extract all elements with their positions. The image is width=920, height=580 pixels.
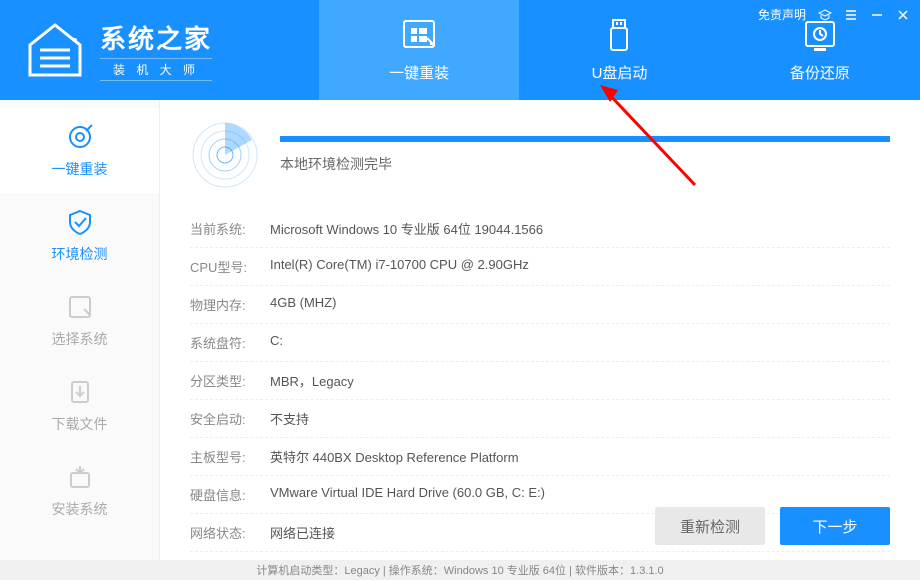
sidebar: 一键重装 环境检测 选择系统 下载文件 安装系统 bbox=[0, 100, 160, 560]
info-row: 系统盘符:C: bbox=[190, 324, 890, 362]
info-row: 主板型号:英特尔 440BX Desktop Reference Platfor… bbox=[190, 438, 890, 476]
usb-icon bbox=[599, 18, 639, 54]
menu-icon[interactable] bbox=[844, 8, 858, 22]
sidebar-item-install[interactable]: 安装系统 bbox=[0, 448, 159, 533]
recheck-button[interactable]: 重新检测 bbox=[655, 507, 765, 545]
sidebar-label: 下载文件 bbox=[52, 414, 108, 434]
download-icon bbox=[66, 378, 94, 406]
minimize-icon[interactable] bbox=[870, 8, 884, 22]
graduate-icon[interactable] bbox=[818, 8, 832, 22]
tab-label: 备份还原 bbox=[790, 62, 850, 83]
sidebar-label: 安装系统 bbox=[52, 499, 108, 519]
radar-icon bbox=[190, 120, 260, 190]
sidebar-item-env-check[interactable]: 环境检测 bbox=[0, 193, 159, 278]
sidebar-item-reinstall[interactable]: 一键重装 bbox=[0, 108, 159, 193]
sidebar-label: 选择系统 bbox=[52, 329, 108, 349]
disclaimer-link[interactable]: 免责声明 bbox=[758, 6, 806, 23]
info-row: 物理内存:4GB (MHZ) bbox=[190, 286, 890, 324]
tab-reinstall[interactable]: 一键重装 bbox=[319, 0, 519, 100]
info-row: CPU型号:Intel(R) Core(TM) i7-10700 CPU @ 2… bbox=[190, 248, 890, 286]
target-icon bbox=[66, 123, 94, 151]
info-row: 分区类型:MBR，Legacy bbox=[190, 362, 890, 400]
select-icon bbox=[66, 293, 94, 321]
sidebar-label: 一键重装 bbox=[52, 159, 108, 179]
logo-house-icon bbox=[20, 20, 90, 80]
sidebar-item-download[interactable]: 下载文件 bbox=[0, 363, 159, 448]
logo-title: 系统之家 bbox=[100, 19, 212, 56]
logo-area: 系统之家 装 机 大 师 bbox=[0, 0, 319, 100]
progress-bar bbox=[280, 136, 890, 142]
close-icon[interactable] bbox=[896, 8, 910, 22]
install-icon bbox=[66, 463, 94, 491]
next-button[interactable]: 下一步 bbox=[780, 507, 890, 545]
info-row: 当前系统:Microsoft Windows 10 专业版 64位 19044.… bbox=[190, 210, 890, 248]
info-list: 当前系统:Microsoft Windows 10 专业版 64位 19044.… bbox=[190, 210, 890, 552]
shield-icon bbox=[66, 208, 94, 236]
progress-text: 本地环境检测完毕 bbox=[280, 154, 890, 174]
tab-label: U盘启动 bbox=[592, 62, 648, 83]
logo-subtitle: 装 机 大 师 bbox=[100, 58, 212, 81]
header: 系统之家 装 机 大 师 一键重装 U盘启动 备份还原 免责声明 bbox=[0, 0, 920, 100]
titlebar: 免责声明 bbox=[758, 6, 910, 23]
tab-usb-boot[interactable]: U盘启动 bbox=[519, 0, 719, 100]
windows-icon bbox=[399, 18, 439, 54]
info-row: 安全启动:不支持 bbox=[190, 400, 890, 438]
footer-status: 计算机启动类型：Legacy | 操作系统：Windows 10 专业版 64位… bbox=[0, 560, 920, 580]
main-content: 本地环境检测完毕 当前系统:Microsoft Windows 10 专业版 6… bbox=[160, 100, 920, 560]
sidebar-label: 环境检测 bbox=[52, 244, 108, 264]
sidebar-item-select-system[interactable]: 选择系统 bbox=[0, 278, 159, 363]
tab-label: 一键重装 bbox=[389, 62, 449, 83]
